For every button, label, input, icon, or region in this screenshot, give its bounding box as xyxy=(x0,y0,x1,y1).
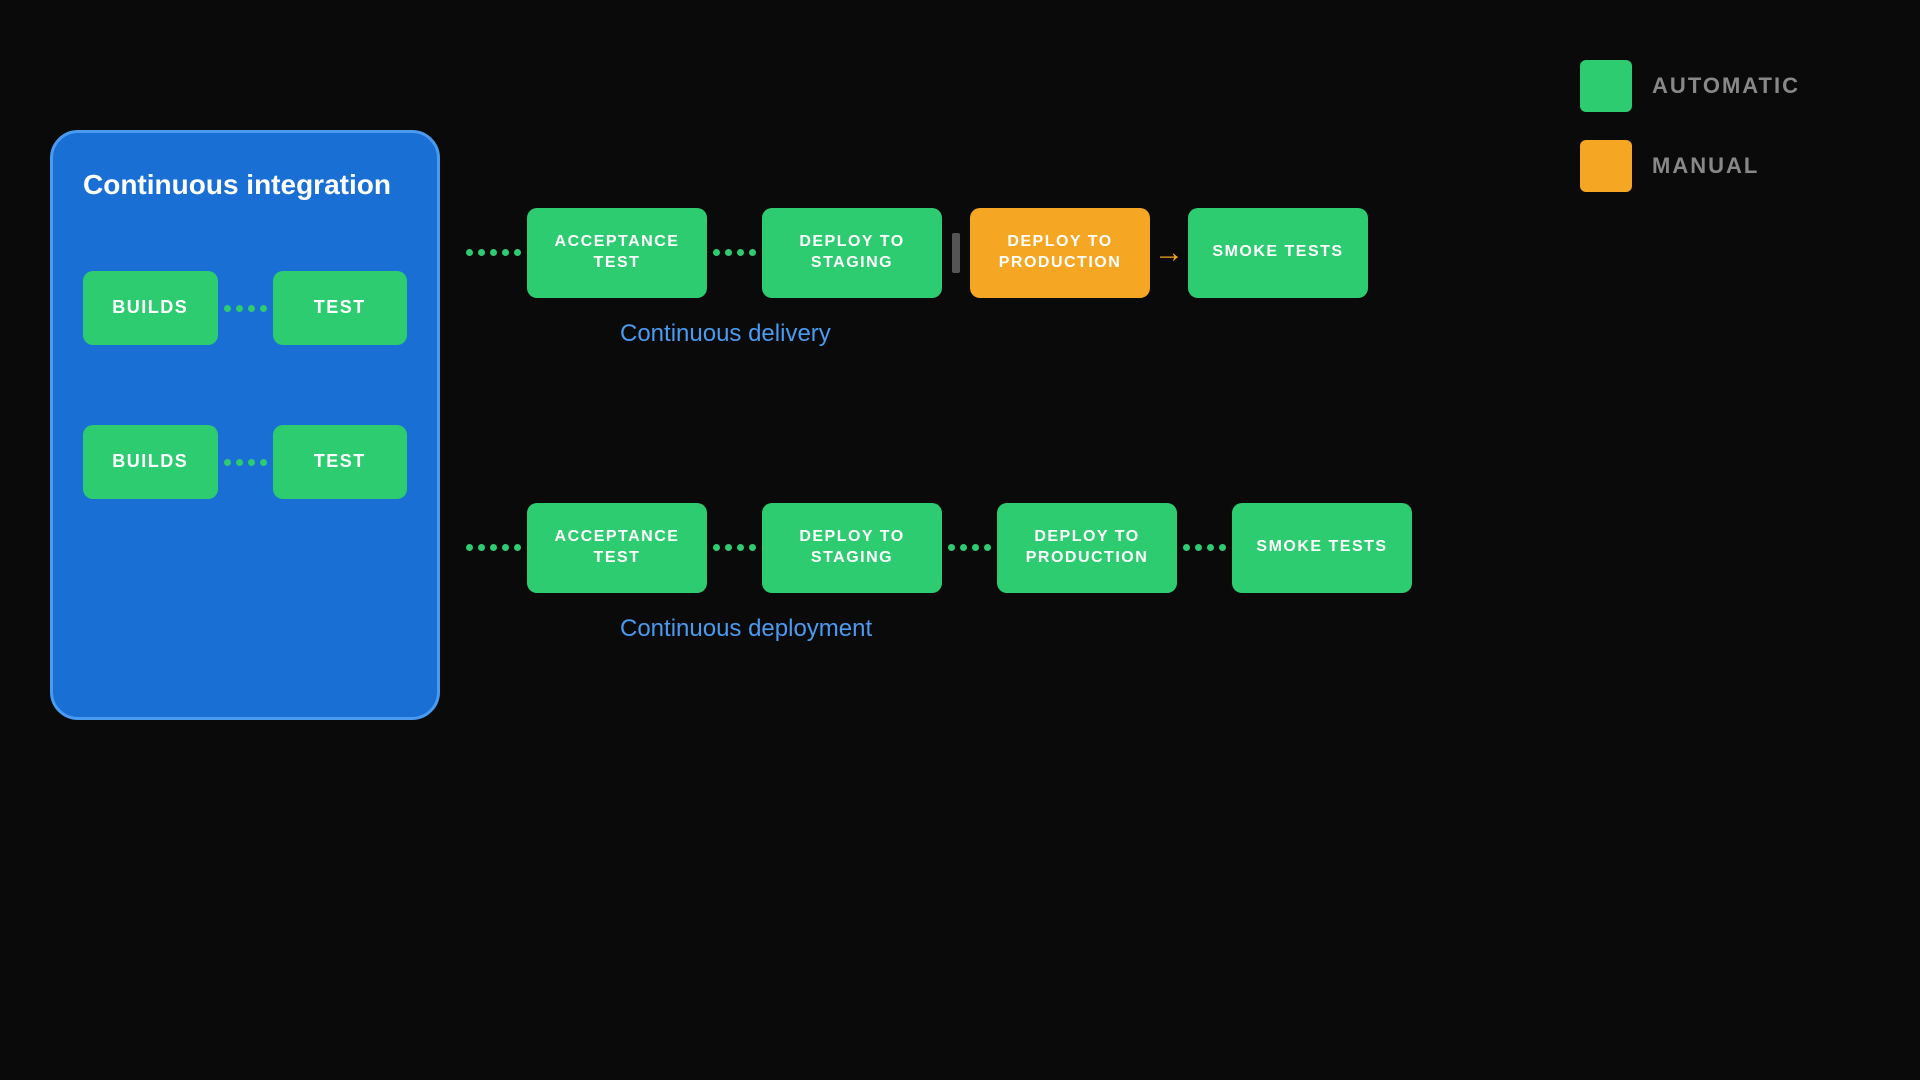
deploy-production-delivery: DEPLOY TOPRODUCTION xyxy=(970,208,1150,298)
dot xyxy=(1207,544,1214,551)
deploy-staging-deployment: DEPLOY TOSTAGING xyxy=(762,503,942,593)
bar-stop xyxy=(952,233,960,273)
dot xyxy=(960,544,967,551)
dot xyxy=(490,544,497,551)
pipeline-area: ACCEPTANCETEST DEPLOY TOSTAGING DEPLOY T… xyxy=(460,130,1860,720)
dot xyxy=(737,249,744,256)
dot xyxy=(713,544,720,551)
dots-1 xyxy=(218,305,273,312)
dot xyxy=(466,249,473,256)
ci-rows: BUILDS TEST BUILDS TEST xyxy=(83,271,407,499)
dot xyxy=(737,544,744,551)
automatic-swatch xyxy=(1580,60,1632,112)
entry-dots-delivery xyxy=(460,249,527,256)
dot xyxy=(713,249,720,256)
dot xyxy=(725,544,732,551)
deployment-section: ACCEPTANCETEST DEPLOY TOSTAGING DEPLOY T… xyxy=(460,503,1860,643)
dot xyxy=(984,544,991,551)
legend-automatic: AUTOMATIC xyxy=(1580,60,1800,112)
dot xyxy=(224,305,231,312)
dot xyxy=(260,305,267,312)
dot xyxy=(502,249,509,256)
dots-dp1 xyxy=(707,544,762,551)
dot xyxy=(236,459,243,466)
dot xyxy=(1195,544,1202,551)
dot xyxy=(466,544,473,551)
builds-box-1: BUILDS xyxy=(83,271,218,345)
dot xyxy=(478,249,485,256)
dots-dp3 xyxy=(1177,544,1232,551)
deployment-row: ACCEPTANCETEST DEPLOY TOSTAGING DEPLOY T… xyxy=(460,503,1412,593)
builds-box-2: BUILDS xyxy=(83,425,218,499)
dot xyxy=(725,249,732,256)
arrow-connector: → xyxy=(1150,238,1188,268)
dot xyxy=(478,544,485,551)
entry-dots-deployment xyxy=(460,544,527,551)
dot xyxy=(1219,544,1226,551)
ci-row-2: BUILDS TEST xyxy=(83,425,407,499)
dot xyxy=(514,544,521,551)
dot xyxy=(248,459,255,466)
deploy-production-deployment: DEPLOY TOPRODUCTION xyxy=(997,503,1177,593)
automatic-label: AUTOMATIC xyxy=(1652,73,1800,99)
arrow-icon: → xyxy=(1154,238,1184,268)
test-box-2: TEST xyxy=(273,425,408,499)
ci-row-1: BUILDS TEST xyxy=(83,271,407,345)
deployment-label: Continuous deployment xyxy=(620,615,872,643)
delivery-section: ACCEPTANCETEST DEPLOY TOSTAGING DEPLOY T… xyxy=(460,208,1860,348)
delivery-label: Continuous delivery xyxy=(620,320,831,348)
dot xyxy=(1183,544,1190,551)
dots-d1 xyxy=(707,249,762,256)
dot xyxy=(490,249,497,256)
manual-connector xyxy=(942,233,970,273)
dot xyxy=(948,544,955,551)
ci-panel: Continuous integration BUILDS TEST BUILD… xyxy=(50,130,440,720)
acceptance-test-deployment: ACCEPTANCETEST xyxy=(527,503,707,593)
test-box-1: TEST xyxy=(273,271,408,345)
dot xyxy=(248,305,255,312)
acceptance-test-delivery: ACCEPTANCETEST xyxy=(527,208,707,298)
dot xyxy=(972,544,979,551)
dot xyxy=(749,544,756,551)
dot xyxy=(749,249,756,256)
ci-title: Continuous integration xyxy=(83,169,407,201)
dot xyxy=(514,249,521,256)
dots-dp2 xyxy=(942,544,997,551)
dot xyxy=(236,305,243,312)
dot xyxy=(502,544,509,551)
dot xyxy=(260,459,267,466)
delivery-row: ACCEPTANCETEST DEPLOY TOSTAGING DEPLOY T… xyxy=(460,208,1368,298)
smoke-tests-deployment: SMOKE TESTS xyxy=(1232,503,1412,593)
dot xyxy=(224,459,231,466)
dots-2 xyxy=(218,459,273,466)
smoke-tests-delivery: SMOKE TESTS xyxy=(1188,208,1368,298)
deploy-staging-delivery: DEPLOY TOSTAGING xyxy=(762,208,942,298)
